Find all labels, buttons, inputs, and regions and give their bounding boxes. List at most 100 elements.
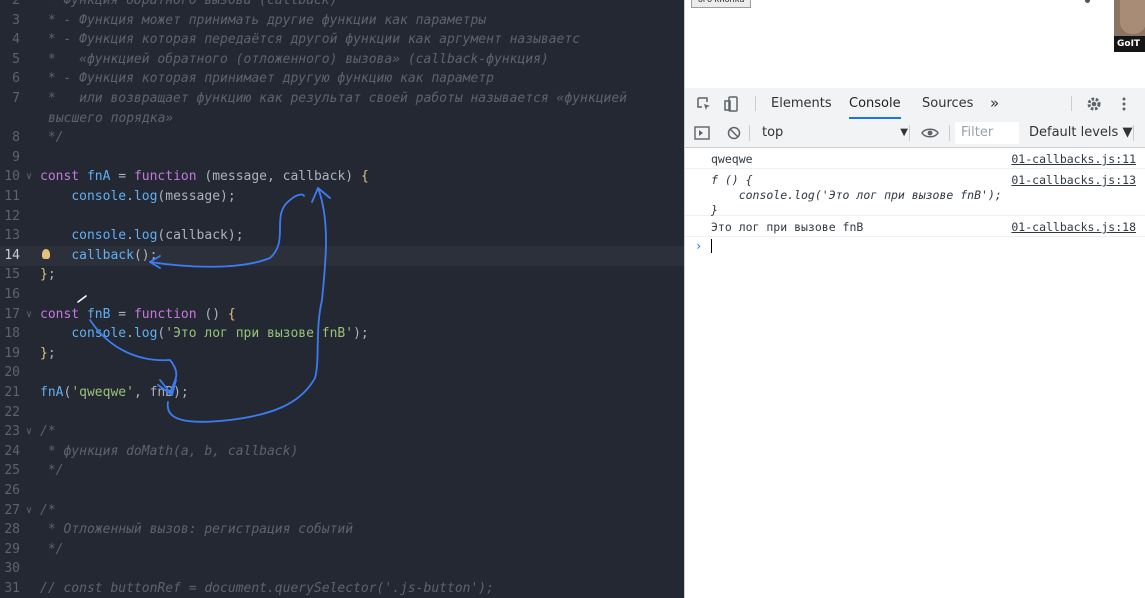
code-line[interactable]: 21 fnA('qweqwe', fnB); [0,383,684,403]
log-levels-dropdown[interactable]: Default levels ▼ [1029,119,1132,147]
code-token: . [126,189,134,204]
bookmark-button[interactable]: ого кнопка [691,0,752,8]
code-token: callback [71,247,134,263]
line-number: 23 [4,424,20,440]
code-line[interactable]: 19}; [0,344,684,364]
code-token: . [126,228,134,244]
code-line[interactable]: 31 // const buttonRef = document.querySel… [0,579,684,598]
code-token: . [126,326,134,342]
line-number: 9 [12,149,20,165]
code-line[interactable]: 28 * Отложенный вызов: регистрация событ… [0,520,684,540]
code-token: = [110,306,134,322]
code-line[interactable]: 8 */ [0,128,684,148]
line-number: 10 [4,169,20,185]
filter-input[interactable]: Filter [955,122,1019,144]
code-text: высшего порядка» [48,109,173,129]
gear-icon[interactable] [1081,88,1107,119]
code-text: fnA('qweqwe', fnB); [40,383,189,403]
code-line[interactable]: 30 [0,559,684,579]
line-number: 30 [4,561,20,577]
fold-toggle-icon[interactable]: ∨ [26,305,32,325]
eye-icon[interactable] [917,119,943,147]
line-number: 18 [4,326,20,342]
console-source-link[interactable]: 01-callbacks.js:18 [1011,220,1136,234]
console-function-text[interactable]: f () { console.log('Это лог при вызове f… [711,173,1002,218]
code-text: /* [40,422,56,442]
code-text: * - Функция может принимать другие функц… [40,11,486,31]
code-token: 'Это лог при вызове fnB' [165,326,354,342]
fold-toggle-icon[interactable]: ∨ [26,167,32,187]
code-line[interactable]: 12 [0,207,684,227]
console-message-text: Это лог при вызове fnB [711,220,864,234]
code-line[interactable]: 23 ∨ /* [0,422,684,442]
console-prompt-icon: › [695,239,703,253]
code-line[interactable]: 4 * - Функция которая передаётся другой … [0,30,684,50]
line-number: 15 [4,267,20,283]
code-editor[interactable]: 2 * Функция обратного вызова (callback) 3… [0,0,684,598]
kebab-menu-icon[interactable] [1111,88,1137,119]
code-text: * Отложенный вызов: регистрация событий [40,520,353,540]
code-line[interactable]: 27 ∨ /* [0,501,684,521]
fold-toggle-icon[interactable]: ∨ [26,501,32,521]
code-token: fnB [86,306,111,322]
code-token: */ [40,463,64,479]
code-token: (callback); [157,228,244,244]
device-toolbar-icon[interactable] [719,88,745,119]
context-select[interactable]: top ▼ [755,119,912,147]
sidebar-toggle-icon[interactable] [689,119,715,147]
code-token: * Отложенный вызов: регистрация событий [40,522,354,538]
code-token: ; [47,267,56,283]
code-text: * «функцией обратного (отложенного) вызо… [40,50,549,70]
code-line[interactable]: 9 [0,148,684,168]
code-line[interactable]: 18 console.log('Это лог при вызове fnB')… [0,324,684,344]
code-line[interactable]: 14 callback(); [0,245,684,266]
code-token: log [133,228,158,244]
code-line[interactable]: 24 * функция doMath(a, b, callback) [0,442,684,462]
code-line[interactable]: 26 [0,481,684,501]
code-token: = [110,169,134,185]
code-line[interactable]: 16 [0,285,684,305]
tab-elements[interactable]: Elements [771,88,832,119]
line-number: 6 [12,71,20,87]
code-text: callback(); [40,246,157,266]
code-text: console.log(callback); [40,226,244,246]
code-text: * - Функция которая передаётся другой фу… [40,30,580,50]
code-line[interactable]: 22 [0,403,684,423]
code-line[interactable]: 29 */ [0,540,684,560]
line-number: 3 [12,12,20,28]
clear-console-icon[interactable] [721,119,747,147]
code-token: * функция doMath(a, b, callback) [40,443,299,459]
code-line[interactable]: 15}; [0,265,684,285]
code-token: { [360,169,369,185]
code-line[interactable]: 17 ∨ const fnB = function () { [0,305,684,325]
console-input-caret[interactable] [711,239,712,253]
code-line[interactable]: высшего порядка» [0,109,684,129]
more-tabs-icon[interactable]: » [990,88,999,119]
console-source-link[interactable]: 01-callbacks.js:13 [1011,173,1136,187]
code-line[interactable]: 6 * - Функция которая принимает другую ф… [0,69,684,89]
code-line[interactable]: 2 * Функция обратного вызова (callback) [0,0,684,11]
console-message: Это лог при вызове fnB 01-callbacks.js:1… [685,216,1145,237]
console-source-link[interactable]: 01-callbacks.js:11 [1011,152,1136,166]
code-text: const fnA = function (message, callback)… [40,167,369,187]
separator [755,96,756,111]
inspect-element-icon[interactable] [691,88,717,119]
code-line[interactable]: 7 * или возвращает функцию как результат… [0,89,684,109]
code-text: */ [40,128,64,148]
code-text: }; [40,344,56,364]
tab-sources[interactable]: Sources [922,88,973,119]
console-output[interactable]: qweqwe 01-callbacks.js:11 f () { console… [685,148,1145,598]
code-token: // const buttonRef = document.querySelec… [40,581,494,596]
code-line[interactable]: 3 * - Функция может принимать другие фун… [0,11,684,31]
code-text: /* [40,501,56,521]
webcam-overlay: GoIT [1114,0,1145,52]
tab-console[interactable]: Console [849,88,901,119]
fold-toggle-icon[interactable]: ∨ [26,422,32,442]
code-line[interactable]: 10 ∨ const fnA = function (message, callba… [0,167,684,187]
code-line[interactable]: 5 * «функцией обратного (отложенного) вы… [0,50,684,70]
code-line[interactable]: 11 console.log(message); [0,187,684,207]
code-line[interactable]: 25 */ [0,461,684,481]
code-line[interactable]: 13 console.log(callback); [0,226,684,246]
code-line[interactable]: 20 [0,363,684,383]
